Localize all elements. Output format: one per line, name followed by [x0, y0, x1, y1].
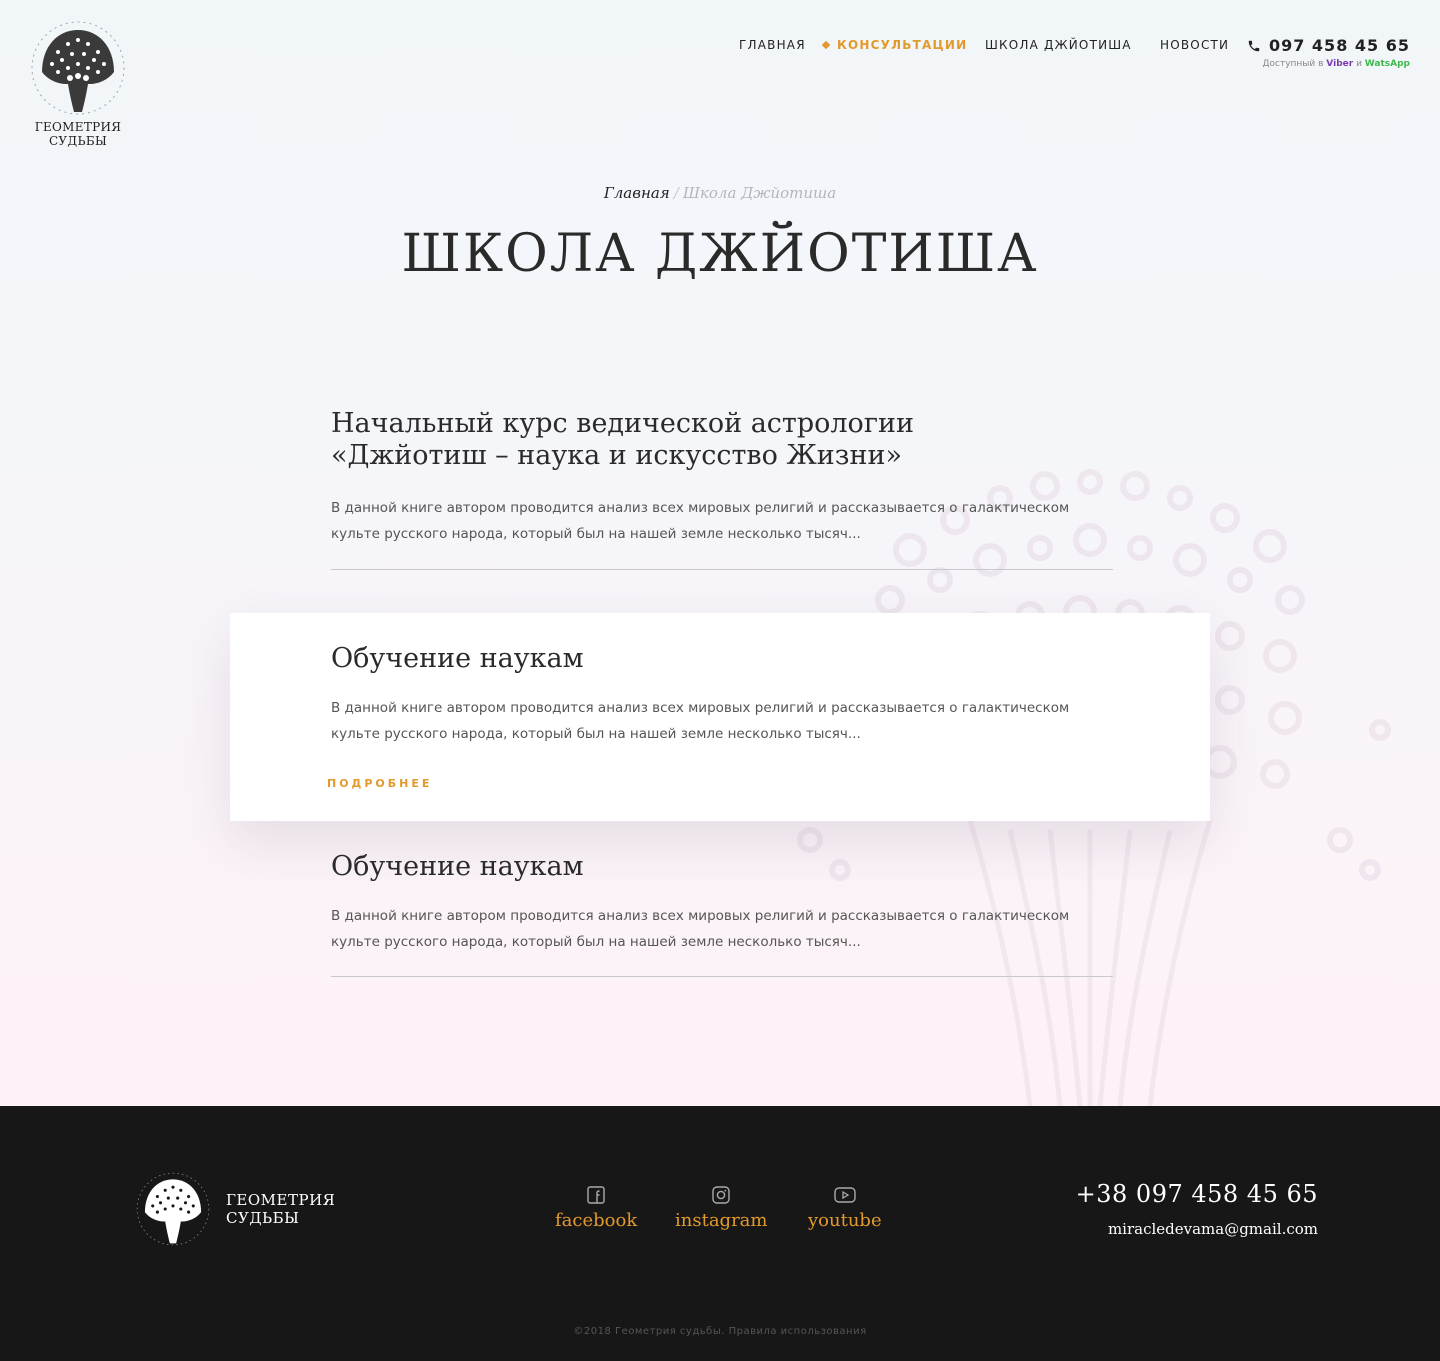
- logo-tree-icon: [136, 1172, 210, 1246]
- youtube-link[interactable]: youtube: [808, 1186, 882, 1231]
- instagram-link[interactable]: instagram: [675, 1186, 767, 1231]
- article-excerpt: В данной книге автором проводится анализ…: [331, 908, 1070, 950]
- logo-text: ГЕОМЕТРИЯ СУДЬБЫ: [26, 120, 130, 148]
- page-title: ШКОЛА ДЖЙОТИША: [401, 224, 1039, 284]
- article-title-line-1: Обучение наукам: [331, 643, 584, 674]
- facebook-link[interactable]: facebook: [555, 1186, 637, 1231]
- site-logo[interactable]: ГЕОМЕТРИЯ СУДЬБЫ: [26, 18, 130, 148]
- logo-line-1: ГЕОМЕТРИЯ: [34, 120, 122, 134]
- article-item: Начальный курс ведической астрологии «Дж…: [331, 408, 1113, 570]
- nav-item-news[interactable]: НОВОСТИ: [1160, 38, 1229, 52]
- article-title-line-2: «Джйотиш – наука и искусство Жизни»: [331, 440, 903, 471]
- footer-contact: +38 097 458 45 65 miracledevama@gmail.co…: [1076, 1180, 1318, 1238]
- footer-email-link[interactable]: miracledevama@gmail.com: [1076, 1220, 1318, 1238]
- nav-item-jyotish-school[interactable]: ШКОЛА ДЖЙОТИША: [985, 38, 1132, 52]
- instagram-label: instagram: [675, 1210, 768, 1231]
- article-item: Обучение наукам В данной книге автором п…: [331, 851, 1113, 977]
- header-phone-link[interactable]: 097 458 45 65: [1269, 36, 1410, 55]
- nav-item-consultations[interactable]: КОНСУЛЬТАЦИИ: [821, 38, 968, 52]
- instagram-icon: [712, 1186, 730, 1204]
- youtube-icon: [834, 1187, 856, 1203]
- nav-item-home[interactable]: ГЛАВНАЯ: [739, 38, 806, 52]
- article-card-highlighted[interactable]: Обучение наукам В данной книге автором п…: [230, 613, 1210, 821]
- footer-logo-text: ГЕОМЕТРИЯ СУДЬБЫ: [226, 1191, 335, 1227]
- article-excerpt: В данной книге автором проводится анализ…: [331, 500, 1070, 542]
- breadcrumb-current: Школа Джйотиша: [682, 184, 837, 202]
- article-title-line-1: Обучение наукам: [331, 851, 584, 882]
- article-excerpt: В данной книге автором проводится анализ…: [331, 700, 1070, 742]
- breadcrumb: Главная / Школа Джйотиша: [0, 184, 1440, 202]
- footer-logo-line-2: СУДЬБЫ: [226, 1209, 300, 1227]
- article-title-line-1: Начальный курс ведической астрологии: [331, 408, 914, 439]
- youtube-label: youtube: [808, 1210, 882, 1231]
- article-title[interactable]: Обучение наукам: [331, 851, 1113, 883]
- phone-icon: [1248, 40, 1260, 51]
- article-title[interactable]: Начальный курс ведической астрологии «Дж…: [331, 408, 1113, 472]
- availability-note: Доступный в Viber и WatsApp: [1247, 59, 1410, 69]
- read-more-link[interactable]: ПОДРОБНЕЕ: [327, 777, 432, 790]
- availability-and: и: [1356, 59, 1362, 69]
- site-footer: ГЕОМЕТРИЯ СУДЬБЫ facebook instagram yout…: [0, 1106, 1440, 1361]
- article-divider: [331, 569, 1113, 570]
- facebook-label: facebook: [555, 1210, 638, 1231]
- breadcrumb-separator: /: [673, 184, 679, 202]
- breadcrumb-home[interactable]: Главная: [604, 184, 670, 202]
- availability-whatsapp: WatsApp: [1364, 59, 1410, 69]
- header-contact: 097 458 45 65 Доступный в Viber и WatsAp…: [1247, 36, 1410, 69]
- logo-tree-icon: [31, 21, 125, 115]
- facebook-icon: [587, 1186, 605, 1204]
- article-title[interactable]: Обучение наукам: [331, 643, 1113, 675]
- availability-viber: Viber: [1326, 59, 1354, 69]
- footer-logo-line-1: ГЕОМЕТРИЯ: [226, 1191, 336, 1209]
- availability-prefix: Доступный в: [1262, 59, 1324, 69]
- footer-phone-link[interactable]: +38 097 458 45 65: [1076, 1180, 1318, 1208]
- footer-logo[interactable]: ГЕОМЕТРИЯ СУДЬБЫ: [134, 1170, 335, 1248]
- nav-item-consultations-label: КОНСУЛЬТАЦИИ: [837, 38, 968, 52]
- copyright-text: ©2018 Геометрия судьбы. Правила использо…: [573, 1326, 867, 1337]
- article-divider: [331, 976, 1113, 977]
- logo-line-2: СУДЬБЫ: [48, 134, 108, 148]
